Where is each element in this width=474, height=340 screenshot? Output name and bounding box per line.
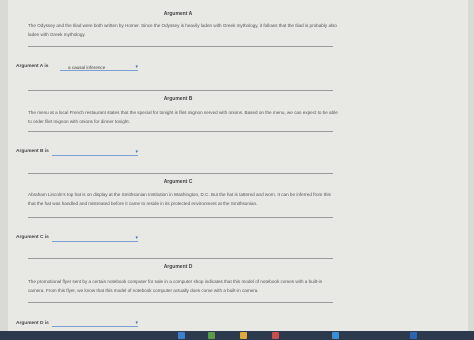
chevron-down-icon: ▾	[135, 320, 138, 326]
argument-d-text: The promotional flyer sent by a certain …	[28, 279, 323, 293]
chevron-down-icon: ▾	[135, 64, 138, 70]
argument-c-text: Abraham Lincoln's top hat is on display …	[28, 192, 331, 206]
worksheet-page: Argument A The Odyssey and the Iliad wer…	[8, 0, 468, 340]
divider	[28, 302, 333, 303]
argument-a-text: The Odyssey and the Iliad were both writ…	[28, 23, 337, 37]
folder-icon[interactable]	[240, 332, 247, 339]
argument-c-title: Argument C	[163, 179, 193, 185]
argument-d-select[interactable]: ▾	[52, 320, 138, 327]
divider	[28, 217, 333, 218]
argument-b-title: Argument B	[163, 96, 193, 102]
word-icon[interactable]	[410, 332, 417, 339]
app-icon[interactable]	[272, 332, 279, 339]
file-explorer-icon[interactable]	[178, 332, 185, 339]
argument-d-title: Argument D	[163, 264, 193, 270]
argument-a-selected-value: a causal inference	[68, 64, 106, 70]
argument-b-text: The menu at a local French restaurant st…	[28, 110, 338, 124]
browser-icon[interactable]	[332, 332, 339, 339]
divider	[28, 90, 333, 91]
taskbar	[0, 331, 474, 340]
argument-b-select[interactable]: ▾	[52, 149, 138, 156]
argument-d-answer-label: Argument D is	[16, 321, 49, 326]
argument-b-answer-label: Argument B is	[16, 149, 49, 154]
divider	[28, 46, 333, 47]
chevron-down-icon: ▾	[135, 235, 138, 241]
argument-a-title: Argument A	[163, 11, 193, 17]
divider	[28, 173, 333, 174]
argument-a-select[interactable]: a causal inference ▾	[60, 64, 138, 71]
divider	[28, 258, 333, 259]
argument-c-answer-label: Argument C is	[16, 235, 49, 240]
argument-a-answer-label: Argument A is	[16, 64, 49, 69]
argument-c-select[interactable]: ▾	[52, 235, 138, 242]
photos-icon[interactable]	[208, 332, 215, 339]
chevron-down-icon: ▾	[135, 149, 138, 155]
divider	[28, 131, 333, 132]
